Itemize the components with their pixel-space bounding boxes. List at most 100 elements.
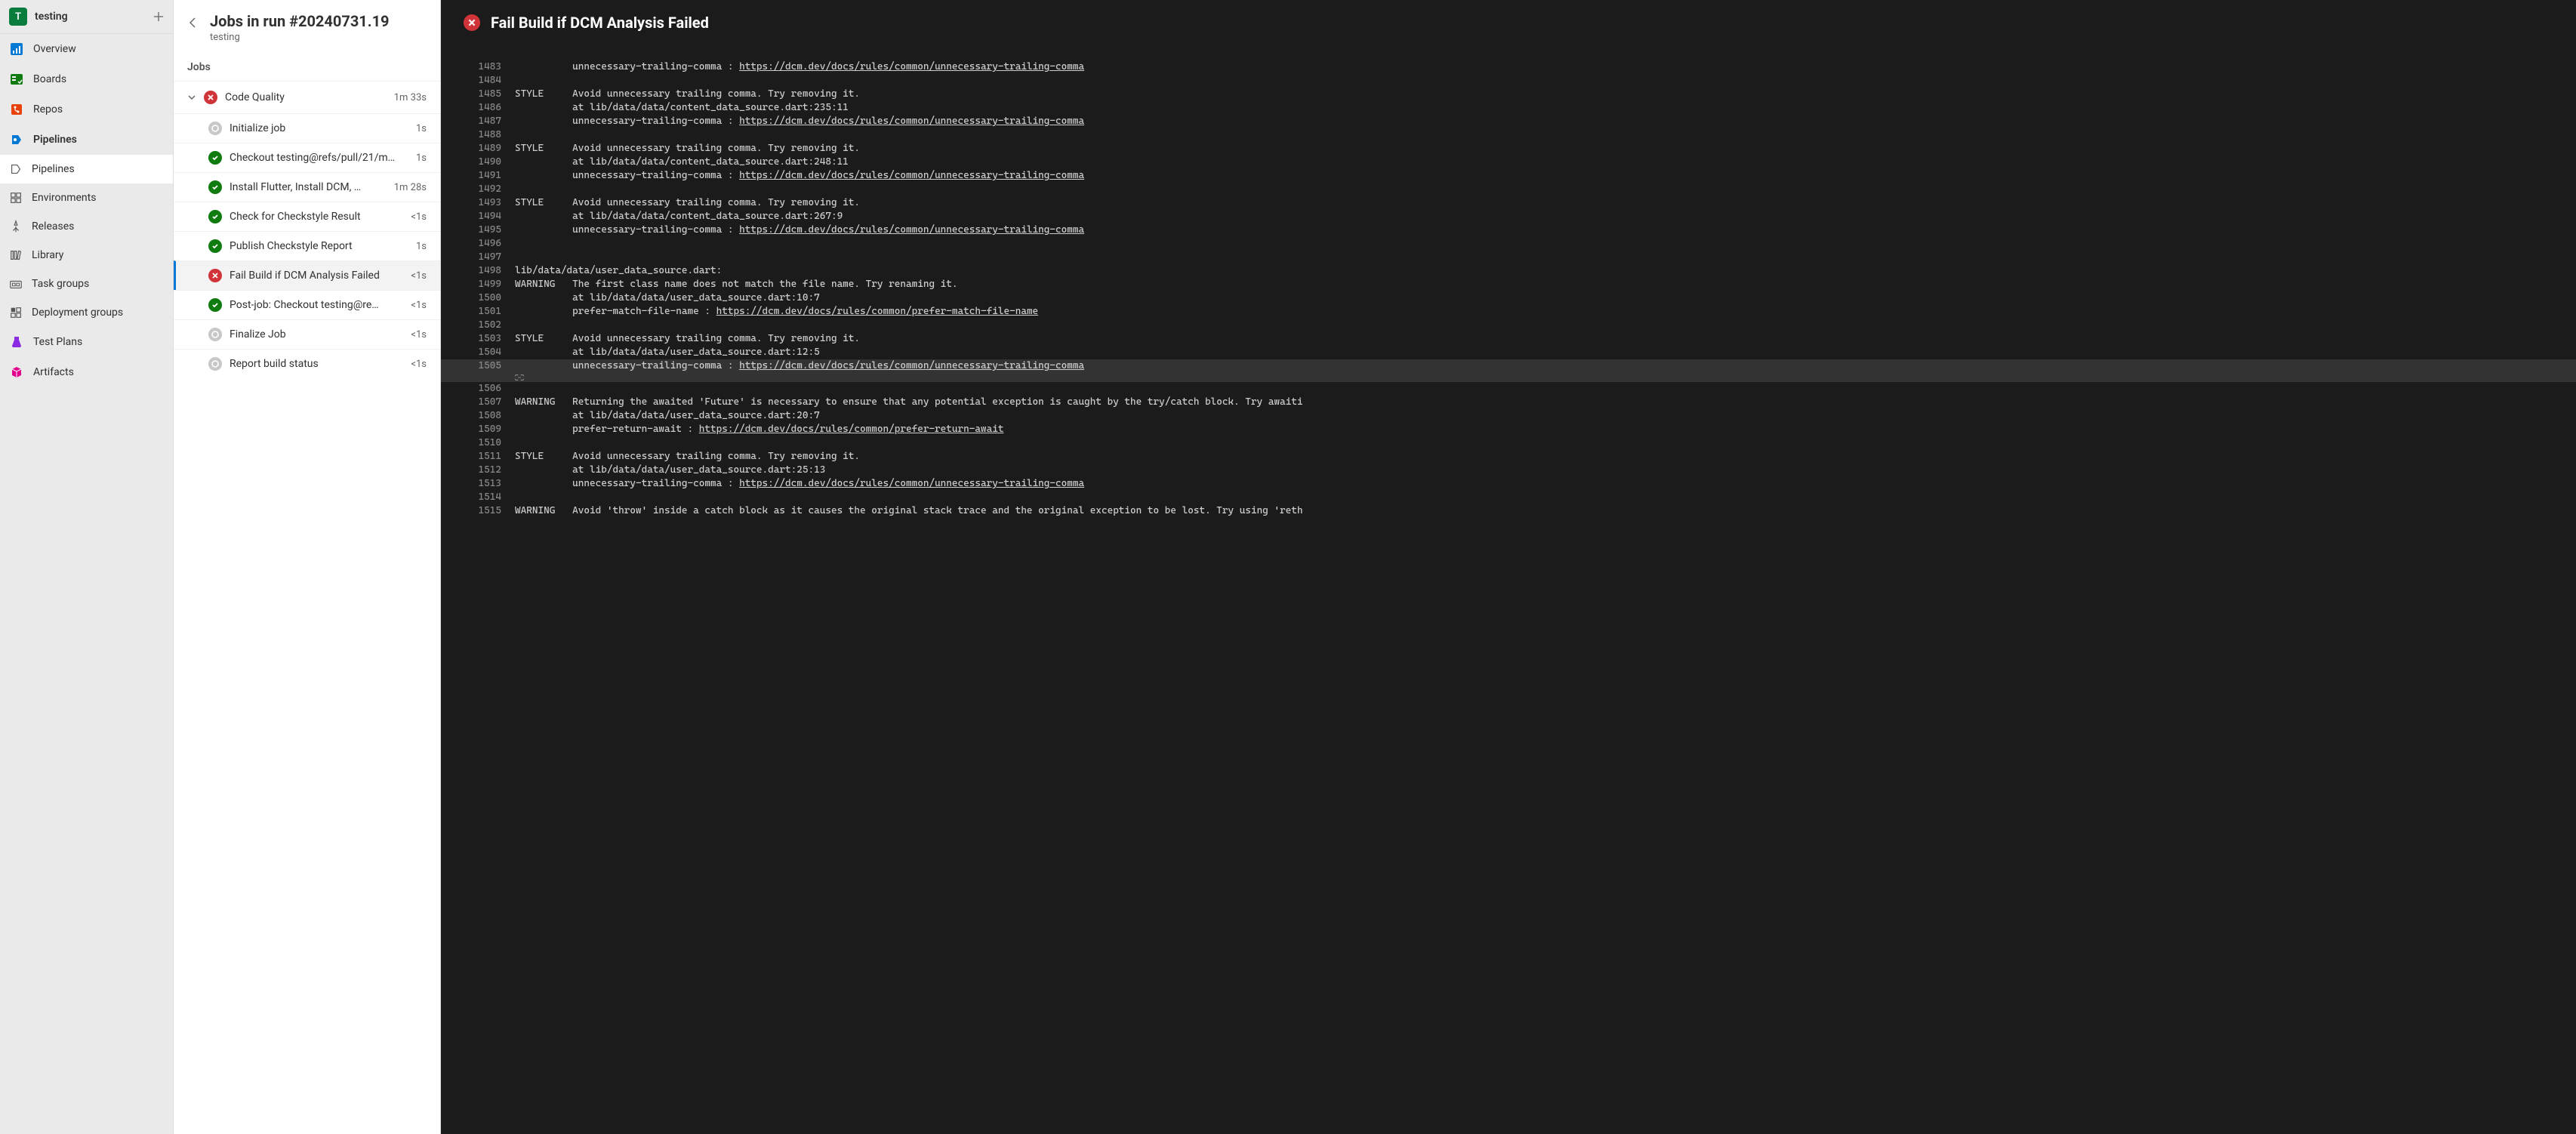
- log-line[interactable]: 1485STYLE Avoid unnecessary trailing com…: [441, 88, 2576, 101]
- step-name: Initialize job: [230, 122, 408, 134]
- rule-link[interactable]: https://dcm.dev/docs/rules/common/unnece…: [739, 170, 1084, 181]
- sidebar-item-test-plans[interactable]: Test Plans: [0, 327, 173, 357]
- project-name: testing: [35, 11, 153, 23]
- step-item[interactable]: Report build status<1s: [174, 349, 440, 378]
- log-line[interactable]: 1497: [441, 251, 2576, 264]
- log-line[interactable]: 1510: [441, 436, 2576, 450]
- sidebar-item-label: Pipelines: [33, 134, 77, 146]
- log-line[interactable]: 1513 unnecessary-trailing-comma : https:…: [441, 477, 2576, 491]
- log-line[interactable]: 1488: [441, 128, 2576, 142]
- log-line[interactable]: 1503STYLE Avoid unnecessary trailing com…: [441, 332, 2576, 346]
- log-text: [515, 436, 2553, 450]
- step-name: Checkout testing@refs/pull/21/m…: [230, 152, 408, 164]
- line-number: 1509: [464, 423, 501, 436]
- log-line[interactable]: 1511STYLE Avoid unnecessary trailing com…: [441, 450, 2576, 464]
- log-line[interactable]: 1493STYLE Avoid unnecessary trailing com…: [441, 196, 2576, 210]
- line-number: 1488: [464, 128, 501, 142]
- log-body[interactable]: 1483 unnecessary-trailing-comma : https:…: [441, 45, 2576, 1134]
- log-text: [515, 183, 2553, 196]
- back-button[interactable]: [187, 17, 199, 29]
- line-number: 1491: [464, 169, 501, 183]
- job-group-header[interactable]: Code Quality 1m 33s: [174, 81, 440, 113]
- log-line[interactable]: 1498lib/data/data/user_data_source.dart:: [441, 264, 2576, 278]
- log-line[interactable]: 1501 prefer-match-file-name : https://dc…: [441, 305, 2576, 319]
- log-line[interactable]: 1499WARNING The first class name does no…: [441, 278, 2576, 291]
- log-text: [515, 128, 2553, 142]
- log-line[interactable]: 1492: [441, 183, 2576, 196]
- log-line[interactable]: 1509 prefer-return-await : https://dcm.d…: [441, 423, 2576, 436]
- step-item[interactable]: Install Flutter, Install DCM, …1m 28s: [174, 172, 440, 202]
- log-line[interactable]: 1515WARNING Avoid 'throw' inside a catch…: [441, 504, 2576, 518]
- sidebar-item-overview[interactable]: Overview: [0, 34, 173, 64]
- line-number: 1502: [464, 319, 501, 332]
- sidebar-item-repos[interactable]: Repos: [0, 94, 173, 125]
- log-line[interactable]: 1505 unnecessary-trailing-comma : https:…: [441, 359, 2576, 382]
- deployment-groups-icon: [9, 306, 23, 319]
- sidebar-item-label: Library: [32, 249, 63, 261]
- rule-link[interactable]: https://dcm.dev/docs/rules/common/unnece…: [739, 116, 1084, 127]
- log-line[interactable]: 1495 unnecessary-trailing-comma : https:…: [441, 223, 2576, 237]
- add-button[interactable]: [153, 11, 164, 22]
- log-line[interactable]: 1491 unnecessary-trailing-comma : https:…: [441, 169, 2576, 183]
- rule-link[interactable]: https://dcm.dev/docs/rules/common/unnece…: [739, 61, 1084, 72]
- line-number: 1484: [464, 74, 501, 88]
- status-success-icon: [208, 151, 222, 165]
- log-text: WARNING Avoid 'throw' inside a catch blo…: [515, 504, 2553, 518]
- log-line[interactable]: 1484: [441, 74, 2576, 88]
- artifacts-icon: [9, 365, 24, 380]
- status-skip-icon: [208, 357, 222, 371]
- sidebar-item-releases[interactable]: Releases: [0, 212, 173, 241]
- step-item[interactable]: Check for Checkstyle Result<1s: [174, 202, 440, 231]
- log-text: at lib/data/data/content_data_source.dar…: [515, 156, 2553, 169]
- line-number: 1496: [464, 237, 501, 251]
- log-line[interactable]: 1508 at lib/data/data/user_data_source.d…: [441, 409, 2576, 423]
- log-line[interactable]: 1514: [441, 491, 2576, 504]
- step-item[interactable]: Fail Build if DCM Analysis Failed<1s: [174, 260, 440, 290]
- rule-link[interactable]: https://dcm.dev/docs/rules/common/unnece…: [739, 360, 1084, 371]
- sidebar-item-label: Boards: [33, 73, 66, 85]
- log-line[interactable]: 1502: [441, 319, 2576, 332]
- log-status-fail-icon: [464, 14, 480, 31]
- step-item[interactable]: Initialize job1s: [174, 113, 440, 143]
- run-subtitle: testing: [210, 32, 390, 43]
- step-item[interactable]: Post-job: Checkout testing@re…<1s: [174, 290, 440, 319]
- sidebar-item-artifacts[interactable]: Artifacts: [0, 357, 173, 387]
- rule-link[interactable]: https://dcm.dev/docs/rules/common/prefer…: [716, 306, 1039, 317]
- log-line[interactable]: 1494 at lib/data/data/content_data_sourc…: [441, 210, 2576, 223]
- log-line[interactable]: 1506: [441, 382, 2576, 396]
- status-success-icon: [208, 298, 222, 312]
- log-text: unnecessary-trailing-comma : https://dcm…: [515, 359, 2553, 382]
- status-skip-icon: [208, 328, 222, 341]
- pipelines-sub-icon: [9, 162, 23, 176]
- sidebar-item-deployment-groups[interactable]: Deployment groups: [0, 298, 173, 327]
- log-line[interactable]: 1487 unnecessary-trailing-comma : https:…: [441, 115, 2576, 128]
- sidebar-item-task-groups[interactable]: Task groups: [0, 270, 173, 298]
- log-line[interactable]: 1496: [441, 237, 2576, 251]
- log-line[interactable]: 1486 at lib/data/data/content_data_sourc…: [441, 101, 2576, 115]
- step-item[interactable]: Finalize Job<1s: [174, 319, 440, 349]
- line-number: 1493: [464, 196, 501, 210]
- rule-link[interactable]: https://dcm.dev/docs/rules/common/unnece…: [739, 478, 1084, 489]
- status-success-icon: [208, 239, 222, 253]
- line-number: 1483: [464, 60, 501, 74]
- line-number: 1512: [464, 464, 501, 477]
- log-line[interactable]: 1500 at lib/data/data/user_data_source.d…: [441, 291, 2576, 305]
- sidebar-item-boards[interactable]: Boards: [0, 64, 173, 94]
- rule-link[interactable]: https://dcm.dev/docs/rules/common/prefer…: [699, 424, 1004, 435]
- log-line[interactable]: 1504 at lib/data/data/user_data_source.d…: [441, 346, 2576, 359]
- step-item[interactable]: Publish Checkstyle Report1s: [174, 231, 440, 260]
- sidebar-item-pipelines[interactable]: Pipelines: [0, 125, 173, 155]
- log-line[interactable]: 1507WARNING Returning the awaited 'Futur…: [441, 396, 2576, 409]
- log-line[interactable]: 1490 at lib/data/data/content_data_sourc…: [441, 156, 2576, 169]
- log-line[interactable]: 1512 at lib/data/data/user_data_source.d…: [441, 464, 2576, 477]
- overview-icon: [9, 42, 24, 57]
- link-icon[interactable]: [515, 373, 2553, 382]
- sidebar-item-pipelines-sub[interactable]: Pipelines: [0, 155, 173, 183]
- line-number: 1494: [464, 210, 501, 223]
- log-line[interactable]: 1483 unnecessary-trailing-comma : https:…: [441, 60, 2576, 74]
- sidebar-item-library[interactable]: Library: [0, 241, 173, 270]
- rule-link[interactable]: https://dcm.dev/docs/rules/common/unnece…: [739, 224, 1084, 236]
- log-line[interactable]: 1489STYLE Avoid unnecessary trailing com…: [441, 142, 2576, 156]
- step-item[interactable]: Checkout testing@refs/pull/21/m…1s: [174, 143, 440, 172]
- sidebar-item-environments[interactable]: Environments: [0, 183, 173, 212]
